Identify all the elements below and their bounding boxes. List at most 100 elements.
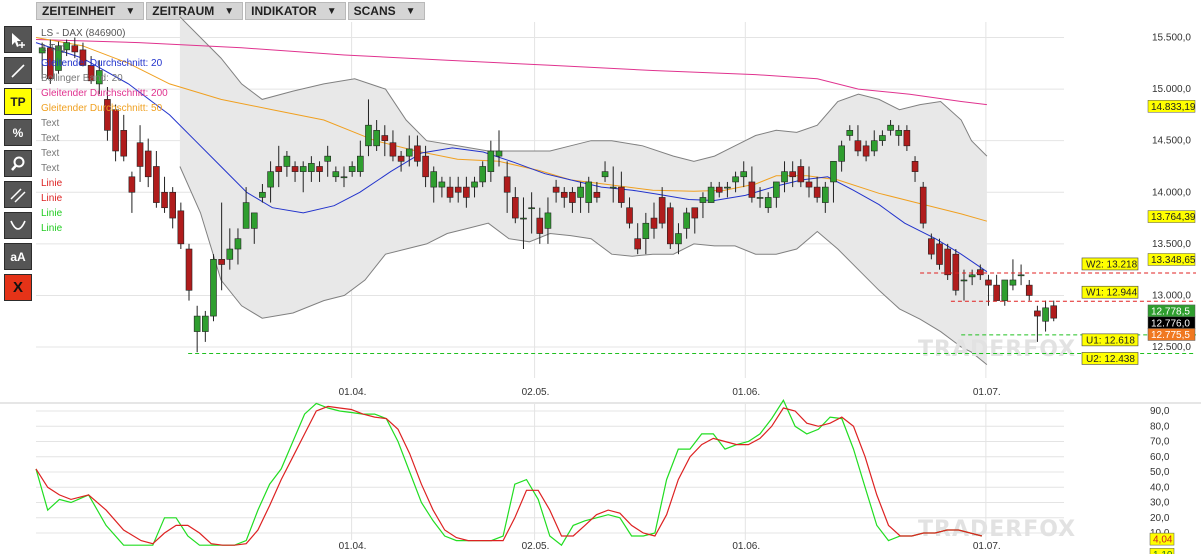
candle-body [830,161,837,183]
stoch-y-tick-label: 60,0 [1150,452,1170,463]
candle-body [340,176,348,179]
candle-body [495,150,503,157]
candle-body [275,166,283,172]
price-label: 12.775,5 [1151,330,1190,341]
legend-entry: Text [41,133,60,144]
candle-body [764,197,772,209]
candle-body [324,155,331,162]
candle-body [626,207,633,224]
candle-body [381,135,389,141]
y-axis-tick-label: 14.500,0 [1152,136,1191,147]
candle-body [161,191,168,209]
legend-entry: Gleitender Durchschnitt: 50 [41,103,163,114]
y-axis-tick-label: 14.000,0 [1152,187,1191,198]
candle-body [210,259,217,317]
candle-body [112,109,119,152]
candle-body [879,135,886,141]
candle-body [479,166,486,183]
stoch-x-tick-label: 01.06. [732,541,760,552]
candle-body [740,171,748,178]
price-label: 13.764,39 [1151,212,1196,223]
candle-body [226,248,234,260]
candle-body [1025,284,1033,296]
candle-body [985,279,992,286]
candle-body [699,197,707,203]
candle-body [1042,307,1049,322]
candle-body [732,176,739,183]
stoch-y-tick-label: 70,0 [1150,437,1170,448]
stochastic-line-d [35,405,983,546]
candle-body [968,274,976,278]
candle-body [813,186,821,198]
candle-body [430,171,438,188]
stoch-value-label: 4,04 [1153,535,1173,546]
candle-body [202,315,209,332]
candle-body [854,140,862,152]
legend-entry: Linie [41,193,63,204]
candle-body [463,186,470,198]
candle-body [683,212,690,229]
watermark-text: TRADERFOX [918,517,1076,542]
level-label: U1: 12.618 [1086,335,1135,346]
y-axis-tick-label: 13.000,0 [1152,290,1191,301]
stoch-value-label: 1,10 [1153,550,1173,554]
candle-body [544,212,552,229]
price-label: 14.833,19 [1151,102,1196,113]
candle-body [528,207,535,210]
candle-body [846,130,854,136]
watermark-text: TRADERFOX [918,337,1076,362]
candle-body [405,148,413,157]
candle-body [487,150,495,172]
candle-body [365,124,372,147]
candle-body [503,176,511,193]
legend-entry: Gleitender Durchschnitt: 200 [41,88,168,99]
candle-body [218,259,225,265]
y-axis-tick-label: 15.500,0 [1152,32,1191,43]
candle-body [471,181,478,188]
chart-canvas[interactable]: TRADERFOX W2: 13.218 W1: 12.944 U1: 12.618 U… [0,0,1201,554]
candle [952,249,960,296]
candle-body [667,207,674,245]
candle-body [422,155,429,178]
candle-body [601,171,609,178]
candle-body [144,150,152,178]
price-label: 12.778,5 [1151,306,1190,317]
candle-body [242,202,250,229]
candle-body [283,155,291,167]
candle-body [1001,279,1009,301]
candle-body [267,171,274,188]
candle-body [936,243,943,265]
x-axis-tick-label: 01.07. [973,387,1001,398]
candle-body [577,186,584,198]
candle-body [177,210,185,245]
legend-entry: Linie [41,223,63,234]
legend-entry: Text [41,163,60,174]
candle-body [952,253,960,291]
candle-body [438,181,446,188]
candle-body [895,130,903,136]
stoch-x-tick-label: 01.04. [339,541,367,552]
candle-body [748,181,756,198]
candle-body [977,269,984,276]
candle-body [593,191,601,198]
candle [210,254,217,322]
legend-entry: Linie [41,178,63,189]
candle-body [928,238,935,255]
candle-body [724,186,731,189]
price-label: 13.348,65 [1151,255,1196,266]
candle-body [870,140,878,152]
candle-body [903,130,911,147]
candle-body [642,222,650,239]
candle-body [585,181,593,203]
candle-body [560,191,568,198]
candle-body [169,191,176,219]
candle-body [234,238,242,250]
candle [919,181,927,229]
legend-entry: Bollinger Band: 20 [41,73,123,84]
candle-body [250,212,258,229]
candle-body [520,217,527,220]
level-label: U2: 12.438 [1086,354,1135,365]
candle-body [797,166,805,183]
candle-body [316,166,323,172]
candle-body [299,166,307,172]
